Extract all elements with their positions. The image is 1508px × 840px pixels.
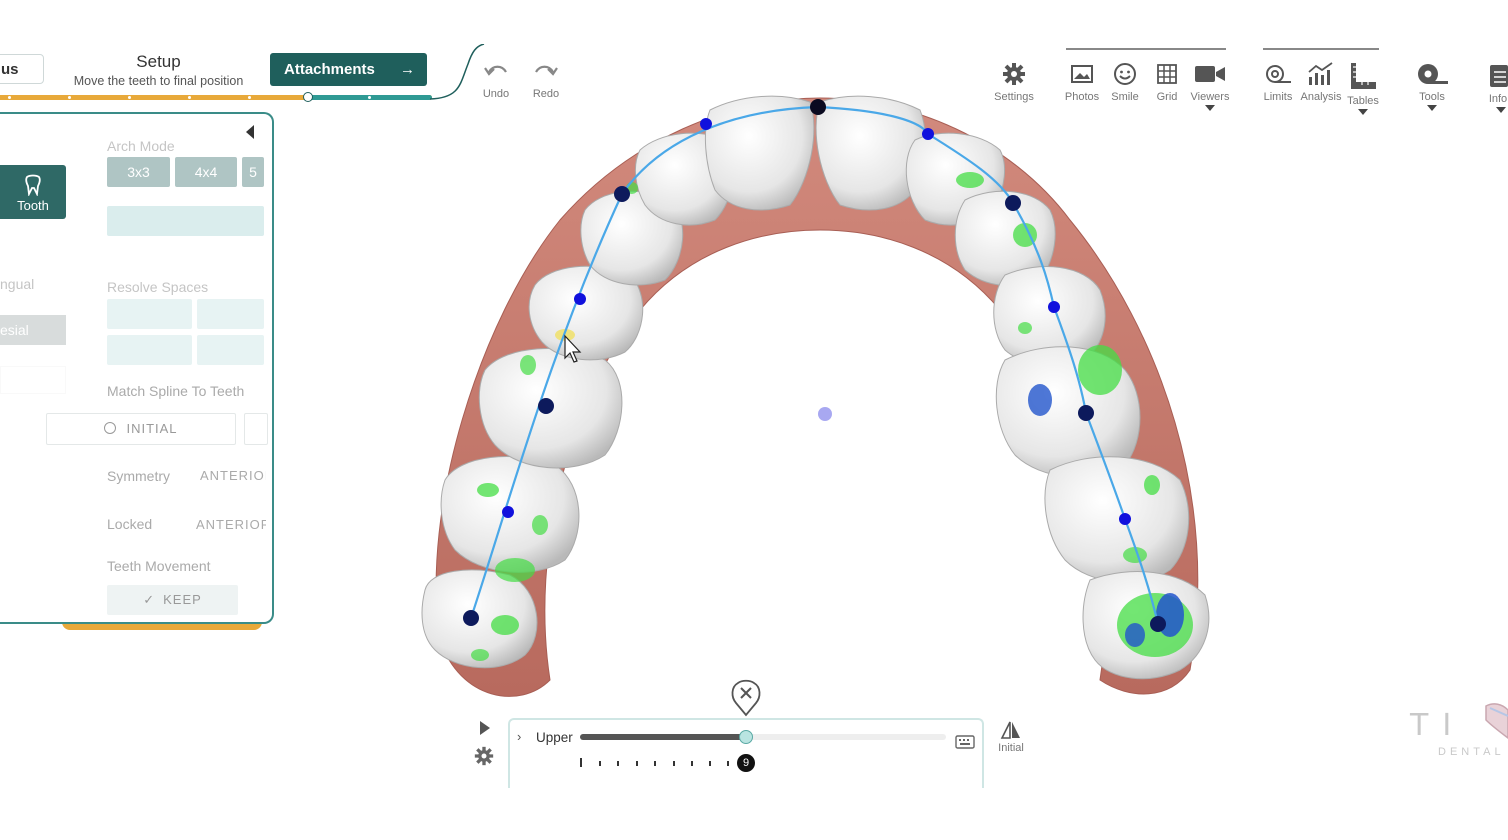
arch-center-point[interactable] [818, 407, 832, 421]
next-step-label: Attachments [284, 61, 375, 78]
resolve-spaces-option-2[interactable] [197, 299, 264, 329]
timeline-panel [508, 718, 984, 788]
redo-icon [535, 65, 558, 76]
dental-arch-viewport[interactable] [400, 80, 1240, 720]
chevron-down-icon [1358, 109, 1368, 115]
initial-label: INITIAL [126, 421, 178, 436]
ruler-icon [1351, 63, 1376, 89]
tables-label: Tables [1347, 95, 1379, 107]
brand-mark-icon [1485, 703, 1508, 739]
tooth-icon [25, 174, 41, 196]
chevron-down-icon [1496, 107, 1506, 113]
chevron-down-icon [1427, 105, 1437, 111]
history-icon [104, 422, 117, 434]
step-tick [709, 761, 711, 766]
play-icon [480, 721, 490, 735]
play-button[interactable] [478, 720, 492, 736]
gear-icon [474, 746, 494, 766]
check-icon: ✓ [143, 592, 156, 607]
timeline-slider-handle[interactable] [739, 730, 753, 744]
current-step-marker [303, 92, 313, 102]
collapse-panel-button[interactable] [244, 124, 256, 140]
keep-label: KEEP [163, 592, 202, 607]
step-tick [599, 761, 601, 766]
locked-value[interactable]: ANTERIOR [196, 517, 266, 532]
tooth-mode-button[interactable]: Tooth [0, 165, 66, 219]
undo-icon [484, 65, 507, 76]
timeline-settings-button[interactable] [474, 746, 494, 766]
jaw-label: Upper [536, 730, 573, 745]
current-step-badge[interactable]: 9 [737, 754, 755, 772]
match-spline-extra-button[interactable] [244, 413, 268, 445]
timeline-progress [580, 734, 746, 740]
step-tick [727, 761, 729, 766]
step-tick [617, 761, 619, 766]
symmetry-value[interactable]: ANTERIOI [200, 468, 266, 483]
toolbar-group-divider [1066, 48, 1226, 50]
tools-button[interactable]: Tools [1412, 62, 1452, 111]
limits-button[interactable]: Limits [1260, 62, 1296, 103]
info-label: Info [1488, 93, 1508, 105]
arch-mode-5x5[interactable]: 5 [242, 157, 264, 187]
previous-step-button[interactable]: us [0, 54, 44, 84]
limits-icon [1266, 65, 1291, 83]
locked-label: Locked [107, 516, 153, 532]
blank-field[interactable] [0, 366, 66, 394]
mirror-icon [1000, 721, 1020, 739]
tape-icon [1418, 64, 1448, 84]
initial-compare-button[interactable]: Initial [994, 720, 1028, 758]
info-button[interactable]: Info [1488, 62, 1508, 113]
resolve-spaces-option-1[interactable] [107, 299, 192, 329]
resolve-spaces-option-3[interactable] [107, 335, 192, 365]
match-spline-label: Match Spline To Teeth [107, 383, 245, 399]
step-tick [691, 761, 693, 766]
resolve-spaces-option-4[interactable] [197, 335, 264, 365]
step-tick [580, 758, 582, 767]
keyboard-icon[interactable] [955, 735, 975, 749]
step-subtitle: Move the teeth to final position [73, 74, 244, 88]
toolbar-group-divider [1263, 48, 1379, 50]
step-tick [673, 761, 675, 766]
remove-keyframe-pin[interactable] [731, 679, 761, 717]
arrow-right-icon: → [400, 61, 415, 78]
limits-label: Limits [1263, 91, 1293, 103]
chevron-right-icon[interactable]: › [517, 729, 521, 744]
clipboard-icon [1490, 65, 1508, 87]
tooth-mode-label: Tooth [17, 198, 49, 213]
initial-button[interactable]: INITIAL [46, 413, 236, 445]
brand-subtitle: DENTAL [1438, 746, 1505, 758]
step-tick [654, 761, 656, 766]
chart-icon [1308, 62, 1333, 85]
analysis-button[interactable]: Analysis [1299, 62, 1343, 103]
workflow-progress-bar [0, 92, 432, 102]
step-tick [636, 761, 638, 766]
brand-logo: TI [1410, 708, 1466, 743]
mesial-option[interactable]: esial [0, 315, 66, 345]
arch-mode-4x4[interactable]: 4x4 [175, 157, 237, 187]
analysis-label: Analysis [1300, 91, 1342, 103]
tools-label: Tools [1419, 91, 1445, 103]
arch-mode-label: Arch Mode [107, 138, 175, 154]
initial-compare-label: Initial [998, 742, 1024, 754]
symmetry-label: Symmetry [107, 468, 170, 484]
teeth-movement-label: Teeth Movement [107, 558, 211, 574]
lingual-option[interactable]: ngual [0, 276, 34, 292]
keep-button[interactable]: ✓ KEEP [107, 585, 238, 615]
arch-mode-3x3[interactable]: 3x3 [107, 157, 170, 187]
arch-apply-button[interactable] [107, 206, 264, 236]
tables-button[interactable]: Tables [1345, 62, 1381, 115]
step-title: Setup [136, 52, 181, 71]
resolve-spaces-label: Resolve Spaces [107, 279, 209, 295]
